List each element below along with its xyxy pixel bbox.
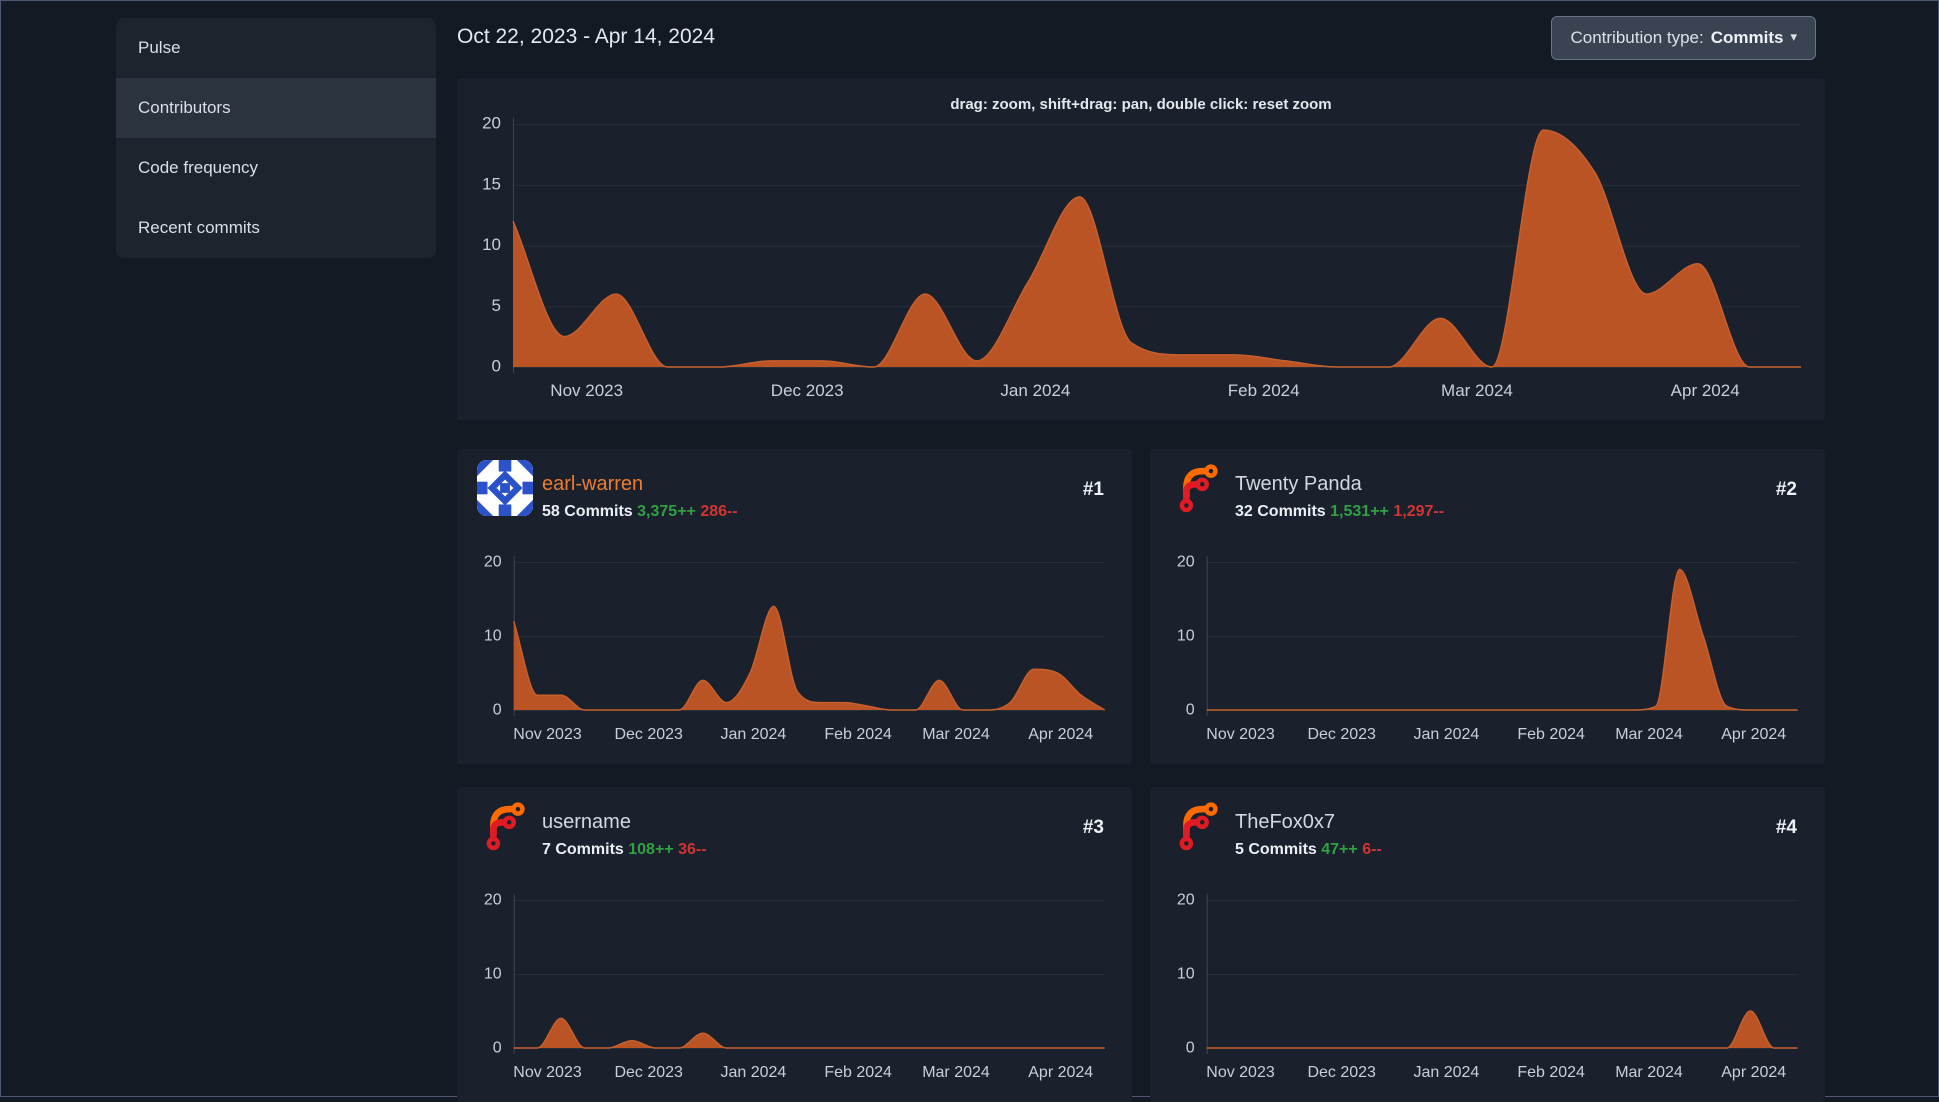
contributor-chart-2[interactable]: [457, 787, 1132, 1102]
contributor-card: earl-warren 58 Commits 3,375++ 286-- #1: [457, 449, 1132, 764]
deletions-count: 6--: [1362, 841, 1382, 858]
contributor-stats: 5 Commits 47++ 6--: [1235, 841, 1382, 859]
overall-contributions-card: drag: zoom, shift+drag: pan, double clic…: [457, 78, 1825, 420]
deletions-count: 286--: [700, 503, 738, 520]
commit-count: 5 Commits: [1235, 841, 1317, 858]
main-contributions-chart[interactable]: [457, 78, 1825, 420]
contributor-name[interactable]: Twenty Panda: [1235, 473, 1362, 496]
forgejo-logo-avatar: [486, 802, 525, 851]
rank-badge: #2: [1775, 479, 1797, 500]
avatar[interactable]: [1170, 798, 1226, 854]
contributor-stats: 32 Commits 1,531++ 1,297--: [1235, 503, 1444, 521]
deletions-count: 1,297--: [1393, 503, 1445, 520]
additions-count: 108++: [628, 841, 674, 858]
contributor-name[interactable]: TheFox0x7: [1235, 811, 1335, 834]
date-range-heading: Oct 22, 2023 - Apr 14, 2024: [457, 25, 716, 48]
contribution-type-value: Commits: [1710, 28, 1784, 47]
forgejo-logo-avatar: [1179, 464, 1218, 513]
additions-count: 1,531++: [1330, 503, 1389, 520]
additions-count: 47++: [1321, 841, 1358, 858]
contributor-stats: 7 Commits 108++ 36--: [542, 841, 707, 859]
avatar[interactable]: [1170, 460, 1226, 516]
contribution-type-label: Contribution type:: [1570, 28, 1704, 47]
additions-count: 3,375++: [637, 503, 696, 520]
contributor-card: TheFox0x7 5 Commits 47++ 6-- #4: [1150, 787, 1825, 1102]
contributor-card: username 7 Commits 108++ 36-- #3: [457, 787, 1132, 1102]
sidebar-item-contributors[interactable]: Contributors: [116, 78, 436, 138]
forgejo-logo-avatar: [1179, 802, 1218, 851]
chevron-down-icon: ▾: [1790, 29, 1797, 44]
deletions-count: 36--: [678, 841, 707, 858]
contributor-chart-0[interactable]: [457, 449, 1132, 764]
contributor-chart-1[interactable]: [1150, 449, 1825, 764]
contributor-name[interactable]: earl-warren: [542, 473, 643, 496]
contributor-card: Twenty Panda 32 Commits 1,531++ 1,297-- …: [1150, 449, 1825, 764]
contribution-type-dropdown[interactable]: Contribution type: Commits ▾: [1551, 16, 1816, 60]
sidebar-item-code-frequency[interactable]: Code frequency: [116, 138, 436, 198]
rank-badge: #4: [1775, 817, 1797, 838]
sidebar-item-pulse[interactable]: Pulse: [116, 18, 436, 78]
rank-badge: #3: [1082, 817, 1104, 838]
activity-sidebar: Pulse Contributors Code frequency Recent…: [116, 18, 436, 258]
chart-zoom-hint: drag: zoom, shift+drag: pan, double clic…: [950, 96, 1332, 113]
contributors-page: Pulse Contributors Code frequency Recent…: [0, 0, 1939, 1102]
commit-count: 32 Commits: [1235, 503, 1326, 520]
commit-count: 7 Commits: [542, 841, 624, 858]
avatar[interactable]: [477, 460, 533, 516]
sidebar-item-recent-commits[interactable]: Recent commits: [116, 198, 436, 258]
identicon-avatar: [477, 460, 533, 516]
avatar[interactable]: [477, 798, 533, 854]
contributor-stats: 58 Commits 3,375++ 286--: [542, 503, 738, 521]
contributor-name[interactable]: username: [542, 811, 631, 834]
contributor-chart-3[interactable]: [1150, 787, 1825, 1102]
rank-badge: #1: [1082, 479, 1104, 500]
commit-count: 58 Commits: [542, 503, 633, 520]
